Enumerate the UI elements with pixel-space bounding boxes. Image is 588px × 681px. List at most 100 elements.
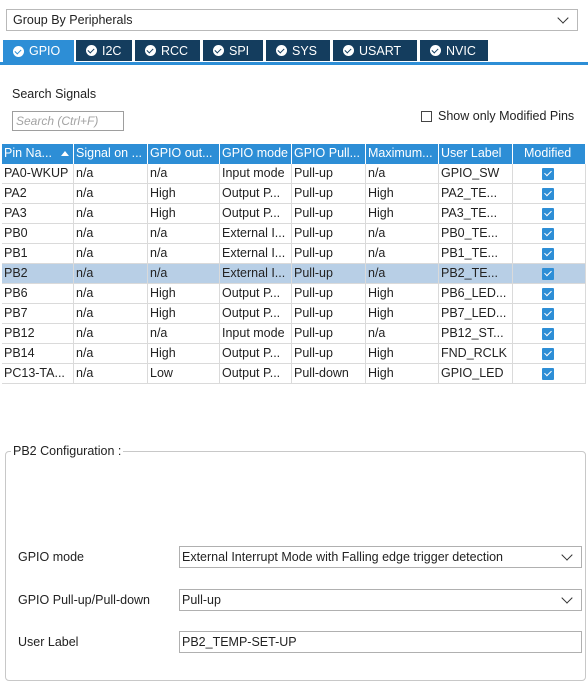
gpio-mode-value: External Interrupt Mode with Falling edg… [182, 550, 504, 564]
table-cell-gpio-mode: Output P... [220, 204, 292, 224]
table-cell-pin-name: PA0-WKUP [2, 164, 74, 184]
column-header-label: Maximum... [368, 146, 433, 160]
table-row[interactable]: PB1 n/a n/a External I... Pull-up n/a PB1_TE..… [2, 244, 586, 264]
table-cell-modified [513, 324, 586, 344]
table-cell-gpio-mode: Output P... [220, 344, 292, 364]
table-cell-signal: n/a [74, 344, 148, 364]
table-cell-signal: n/a [74, 164, 148, 184]
gpio-pull-select[interactable]: Pull-up [179, 589, 582, 611]
check-circle-icon [430, 45, 441, 56]
tab-label: RCC [161, 43, 189, 58]
column-header-max-speed[interactable]: Maximum... [366, 144, 439, 164]
table-cell-pin-name: PB0 [2, 224, 74, 244]
column-header-user-label[interactable]: User Label [439, 144, 513, 164]
gpio-mode-label: GPIO mode [18, 550, 84, 564]
table-cell-pin-name: PA2 [2, 184, 74, 204]
table-cell-user-label: PB6_LED... [439, 284, 513, 304]
table-cell-modified [513, 344, 586, 364]
table-cell-gpio-pull: Pull-up [292, 204, 366, 224]
column-header-gpio-mode[interactable]: GPIO mode [220, 144, 292, 164]
chevron-down-icon [557, 12, 569, 24]
check-circle-icon [13, 45, 24, 57]
modified-checkbox-icon[interactable] [542, 208, 554, 220]
check-circle-icon [86, 45, 97, 56]
chevron-down-icon [561, 592, 573, 604]
table-cell-gpio-pull: Pull-up [292, 164, 366, 184]
modified-checkbox-icon[interactable] [542, 308, 554, 320]
table-cell-gpio-pull: Pull-up [292, 324, 366, 344]
table-cell-signal: n/a [74, 324, 148, 344]
modified-checkbox-icon[interactable] [542, 168, 554, 180]
gpio-mode-select[interactable]: External Interrupt Mode with Falling edg… [179, 546, 582, 568]
table-cell-gpio-output: High [148, 344, 220, 364]
table-cell-user-label: GPIO_SW [439, 164, 513, 184]
column-header-modified[interactable]: Modified [513, 144, 586, 164]
table-row[interactable]: PB12 n/a n/a Input mode Pull-up n/a PB12_ST... [2, 324, 586, 344]
column-header-gpio-pull[interactable]: GPIO Pull... [292, 144, 366, 164]
search-input[interactable] [12, 111, 124, 131]
table-cell-gpio-output: n/a [148, 164, 220, 184]
table-cell-gpio-mode: Input mode [220, 164, 292, 184]
table-row[interactable]: PA0-WKUP n/a n/a Input mode Pull-up n/a GPIO_S… [2, 164, 586, 184]
tab-i2c[interactable]: I2C [76, 40, 132, 61]
table-row[interactable]: PC13-TA... n/a Low Output P... Pull-down High… [2, 364, 586, 384]
table-cell-gpio-pull: Pull-up [292, 304, 366, 324]
tab-rcc[interactable]: RCC [135, 40, 200, 61]
modified-checkbox-icon[interactable] [542, 348, 554, 360]
show-modified-label: Show only Modified Pins [438, 109, 575, 123]
modified-checkbox-icon[interactable] [542, 368, 554, 380]
table-cell-gpio-output: n/a [148, 244, 220, 264]
column-header-label: Signal on ... [76, 146, 143, 160]
tab-label: NVIC [446, 43, 476, 58]
table-row[interactable]: PB0 n/a n/a External I... Pull-up n/a PB0_TE..… [2, 224, 586, 244]
modified-checkbox-icon[interactable] [542, 248, 554, 260]
table-cell-pin-name: PB1 [2, 244, 74, 264]
show-modified-checkbox[interactable]: Show only Modified Pins [421, 109, 574, 123]
tab-usart[interactable]: USART [333, 40, 417, 61]
table-cell-user-label: PB0_TE... [439, 224, 513, 244]
table-cell-gpio-mode: Output P... [220, 364, 292, 384]
tab-gpio[interactable]: GPIO [3, 40, 74, 62]
table-cell-gpio-output: High [148, 304, 220, 324]
table-row[interactable]: PA2 n/a High Output P... Pull-up High PA2_TE..… [2, 184, 586, 204]
modified-checkbox-icon[interactable] [542, 188, 554, 200]
table-cell-max-speed: High [366, 304, 439, 324]
modified-checkbox-icon[interactable] [542, 328, 554, 340]
column-header-label: Pin Na... [4, 146, 52, 160]
tab-label: USART [359, 43, 402, 58]
user-label-input[interactable]: PB2_TEMP-SET-UP [179, 631, 582, 653]
table-row[interactable]: PB14 n/a High Output P... Pull-up High FND_RCL… [2, 344, 586, 364]
checkbox-icon[interactable] [421, 110, 432, 122]
table-cell-gpio-pull: Pull-up [292, 264, 366, 284]
table-cell-modified [513, 364, 586, 384]
gpio-pull-value: Pull-up [182, 593, 221, 607]
table-cell-gpio-mode: External I... [220, 264, 292, 284]
tab-underline [0, 62, 588, 65]
table-row[interactable]: PB6 n/a High Output P... Pull-up High PB6_LED.… [2, 284, 586, 304]
table-cell-max-speed: n/a [366, 224, 439, 244]
table-cell-user-label: PB2_TE... [439, 264, 513, 284]
table-row[interactable]: PB7 n/a High Output P... Pull-up High PB7_LED.… [2, 304, 586, 324]
table-cell-max-speed: n/a [366, 324, 439, 344]
user-label-value: PB2_TEMP-SET-UP [182, 635, 297, 649]
table-cell-modified [513, 224, 586, 244]
column-header-signal[interactable]: Signal on ... [74, 144, 148, 164]
tab-sys[interactable]: SYS [266, 40, 330, 61]
modified-checkbox-icon[interactable] [542, 288, 554, 300]
table-cell-modified [513, 244, 586, 264]
table-cell-gpio-pull: Pull-up [292, 344, 366, 364]
modified-checkbox-icon[interactable] [542, 228, 554, 240]
table-cell-max-speed: High [366, 364, 439, 384]
column-header-pin-name[interactable]: Pin Na... [2, 144, 74, 164]
tab-nvic[interactable]: NVIC [420, 40, 488, 61]
column-header-gpio-output[interactable]: GPIO out... [148, 144, 220, 164]
tab-spi[interactable]: SPI [203, 40, 263, 61]
group-by-select[interactable]: Group By Peripherals [6, 9, 578, 31]
table-row[interactable]: PA3 n/a High Output P... Pull-up High PA3_TE..… [2, 204, 586, 224]
table-row[interactable]: PB2 n/a n/a External I... Pull-up n/a PB2_TE..… [2, 264, 586, 284]
check-circle-icon [276, 45, 287, 56]
table-cell-gpio-pull: Pull-up [292, 244, 366, 264]
table-cell-signal: n/a [74, 184, 148, 204]
modified-checkbox-icon[interactable] [542, 268, 554, 280]
table-cell-signal: n/a [74, 244, 148, 264]
